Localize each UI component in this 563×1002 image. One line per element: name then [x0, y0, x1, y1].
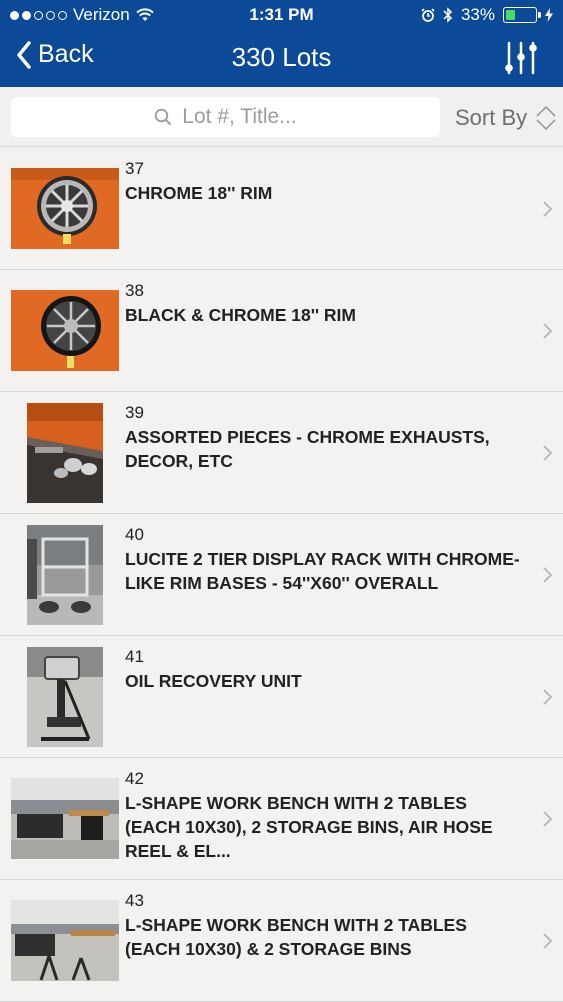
lot-title: BLACK & CHROME 18'' RIM [125, 305, 356, 325]
charging-bolt-icon [545, 8, 553, 22]
list-item[interactable]: 37 CHROME 18'' RIM [0, 148, 563, 270]
chevron-right-icon [543, 933, 553, 949]
navigation-bar: Back 330 Lots [0, 30, 563, 87]
lot-number: 39 [125, 403, 144, 422]
status-right: 33% [421, 5, 553, 25]
search-placeholder: Lot #, Title... [182, 105, 297, 128]
chevron-right-icon [543, 567, 553, 583]
chevron-right-icon [543, 323, 553, 339]
search-icon [155, 108, 172, 126]
chevron-right-icon [543, 445, 553, 461]
list-item[interactable]: 42 L-SHAPE WORK BENCH WITH 2 TABLES (EAC… [0, 758, 563, 880]
alarm-icon [421, 8, 435, 22]
lot-title: OIL RECOVERY UNIT [125, 671, 302, 691]
list-item[interactable]: 41 OIL RECOVERY UNIT [0, 636, 563, 758]
lot-title: CHROME 18'' RIM [125, 183, 273, 203]
lot-title: L-SHAPE WORK BENCH WITH 2 TABLES (EACH 1… [125, 915, 467, 959]
lot-number: 37 [125, 159, 144, 178]
chevron-right-icon [543, 811, 553, 827]
lot-number: 41 [125, 647, 144, 666]
chevron-right-icon [543, 201, 553, 217]
lot-thumbnail [11, 290, 119, 371]
lot-thumbnail [27, 525, 103, 625]
lot-thumbnail [11, 168, 119, 249]
lot-title: ASSORTED PIECES - CHROME EXHAUSTS, DECOR… [125, 427, 490, 471]
lot-number: 43 [125, 891, 144, 910]
battery-icon [503, 7, 541, 23]
status-bar: Verizon 1:31 PM 33% [0, 0, 563, 30]
lot-list: 37 CHROME 18'' RIM 38 BLACK & CHROME 18'… [0, 148, 563, 1002]
lot-title: L-SHAPE WORK BENCH WITH 2 TABLES (EACH 1… [125, 793, 493, 861]
list-item[interactable]: 43 L-SHAPE WORK BENCH WITH 2 TABLES (EAC… [0, 880, 563, 1002]
lot-number: 40 [125, 525, 144, 544]
lot-thumbnail [11, 900, 119, 981]
chevron-right-icon [543, 689, 553, 705]
sort-diamond-icon [536, 105, 556, 131]
lot-thumbnail [27, 403, 103, 503]
list-item[interactable]: 38 BLACK & CHROME 18'' RIM [0, 270, 563, 392]
bluetooth-icon [443, 7, 453, 23]
sort-by-button[interactable]: Sort By [455, 105, 557, 131]
list-item[interactable]: 39 ASSORTED PIECES - CHROME EXHAUSTS, DE… [0, 392, 563, 514]
search-input[interactable]: Lot #, Title... [11, 97, 440, 137]
lot-title: LUCITE 2 TIER DISPLAY RACK WITH CHROME-L… [125, 549, 520, 593]
lot-thumbnail [11, 778, 119, 859]
search-bar: Lot #, Title... Sort By [0, 87, 563, 147]
battery-percent: 33% [460, 5, 495, 24]
list-item[interactable]: 40 LUCITE 2 TIER DISPLAY RACK WITH CHROM… [0, 514, 563, 636]
page-title: 330 Lots [231, 42, 332, 72]
sort-by-label: Sort By [455, 105, 528, 130]
lot-number: 38 [125, 281, 144, 300]
lot-number: 42 [125, 769, 144, 788]
filter-sliders-icon[interactable] [503, 40, 539, 76]
lot-thumbnail [27, 647, 103, 747]
